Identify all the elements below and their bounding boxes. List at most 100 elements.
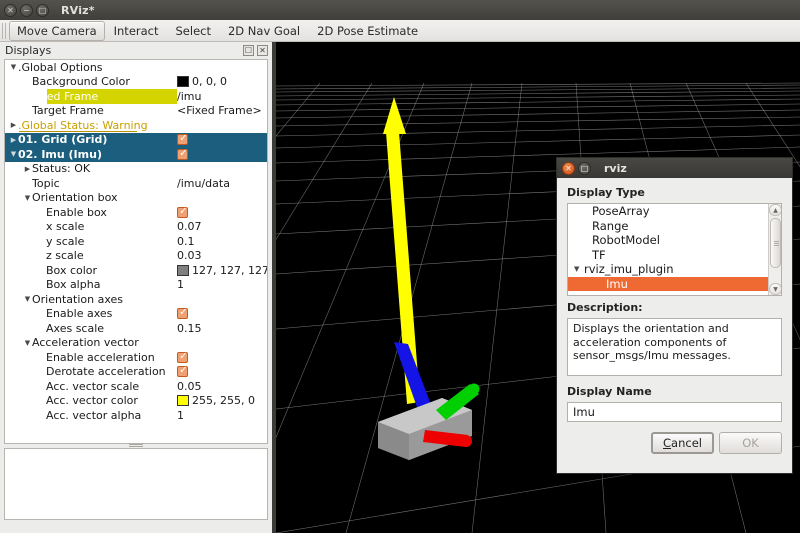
tree-row[interactable]: ▼Orientation box bbox=[5, 191, 267, 206]
display-type-item[interactable]: PoseArray bbox=[568, 204, 768, 219]
tree-row[interactable]: ▶Status: OK bbox=[5, 162, 267, 177]
tree-row-value[interactable]: <Fixed Frame> bbox=[177, 104, 262, 117]
tree-row-value[interactable]: /imu/data bbox=[177, 177, 230, 190]
expander-right-icon[interactable]: ▶ bbox=[9, 121, 18, 129]
checkbox-checked-icon[interactable] bbox=[177, 207, 188, 218]
window-maximize-icon[interactable]: □ bbox=[36, 4, 49, 17]
tree-row[interactable]: Target Frame<Fixed Frame> bbox=[5, 104, 267, 119]
tree-row[interactable]: Derotate acceleration bbox=[5, 365, 267, 380]
tree-row-value[interactable]: 0.15 bbox=[177, 322, 202, 335]
dialog-close-icon[interactable]: ✕ bbox=[562, 162, 575, 175]
tree-row[interactable]: Acc. vector color255, 255, 0 bbox=[5, 394, 267, 409]
tree-row[interactable]: Topic/imu/data bbox=[5, 176, 267, 191]
tree-row[interactable]: Acc. vector scale0.05 bbox=[5, 379, 267, 394]
expander-right-icon[interactable]: ▶ bbox=[23, 165, 32, 173]
tool-interact[interactable]: Interact bbox=[106, 21, 167, 41]
tool-2d-pose-estimate[interactable]: 2D Pose Estimate bbox=[309, 21, 426, 41]
ok-button[interactable]: OK bbox=[719, 432, 782, 454]
scroll-down-icon[interactable]: ▼ bbox=[769, 283, 782, 295]
color-swatch[interactable] bbox=[177, 76, 189, 87]
expander-down-icon[interactable]: ▼ bbox=[23, 194, 32, 202]
tree-row-value[interactable]: 0.1 bbox=[177, 235, 195, 248]
tree-row-value[interactable] bbox=[177, 207, 188, 218]
tree-row[interactable]: Background Color0, 0, 0 bbox=[5, 75, 267, 90]
float-panel-icon[interactable]: ☐ bbox=[243, 45, 254, 56]
tree-row[interactable]: Enable box bbox=[5, 205, 267, 220]
cancel-button[interactable]: Cancel bbox=[651, 432, 714, 454]
expander-down-icon[interactable]: ▼ bbox=[574, 265, 584, 273]
color-swatch[interactable] bbox=[177, 265, 189, 276]
display-type-item[interactable]: Imu bbox=[568, 277, 768, 292]
expander-down-icon[interactable]: ▼ bbox=[23, 339, 32, 347]
tree-row[interactable]: x scale0.07 bbox=[5, 220, 267, 235]
tree-row[interactable]: ▼.Global Options bbox=[5, 60, 267, 75]
tree-row-value[interactable]: 0, 0, 0 bbox=[177, 75, 227, 88]
tree-row-value[interactable] bbox=[177, 366, 188, 377]
tree-row-value[interactable] bbox=[177, 352, 188, 363]
tool-select[interactable]: Select bbox=[168, 21, 219, 41]
toolbar-drag-handle[interactable] bbox=[2, 23, 7, 39]
tool-2d-nav-goal[interactable]: 2D Nav Goal bbox=[220, 21, 308, 41]
window-minimize-icon[interactable]: − bbox=[20, 4, 33, 17]
tree-row-value[interactable]: 127, 127, 127 bbox=[177, 264, 268, 277]
checkbox-checked-icon[interactable] bbox=[177, 352, 188, 363]
tree-row[interactable]: z scale0.03 bbox=[5, 249, 267, 264]
tree-row[interactable]: ▶.Global Status: Warning bbox=[5, 118, 267, 133]
tree-row-value[interactable]: 1 bbox=[177, 409, 184, 422]
tree-row-label: .Global Options bbox=[18, 61, 103, 74]
tree-row-value[interactable]: 0.07 bbox=[177, 220, 202, 233]
display-type-item[interactable]: ▼rviz_imu_plugin bbox=[568, 262, 768, 277]
display-type-item[interactable]: RobotModel bbox=[568, 233, 768, 248]
scrollbar-thumb[interactable] bbox=[770, 218, 781, 268]
expander-right-icon[interactable]: ▶ bbox=[9, 136, 18, 144]
tree-row[interactable]: Enable axes bbox=[5, 307, 267, 322]
tree-row-value[interactable]: 1 bbox=[177, 278, 184, 291]
tree-row-value[interactable] bbox=[177, 308, 188, 319]
display-name-input[interactable]: Imu bbox=[567, 402, 782, 422]
tree-row-value[interactable] bbox=[177, 134, 188, 145]
tree-row-label: Acceleration vector bbox=[32, 336, 139, 349]
display-type-scrollbar[interactable]: ▲ ▼ bbox=[768, 204, 781, 295]
displays-property-tree[interactable]: ▼.Global OptionsBackground Color0, 0, 0F… bbox=[4, 59, 268, 444]
dialog-maximize-icon[interactable]: □ bbox=[578, 162, 591, 175]
checkbox-checked-icon[interactable] bbox=[177, 134, 188, 145]
tool-move-camera[interactable]: Move Camera bbox=[9, 21, 105, 41]
display-type-item-label: Imu bbox=[606, 277, 628, 291]
tree-row[interactable]: Box color127, 127, 127 bbox=[5, 263, 267, 278]
tree-row-value[interactable]: 0.05 bbox=[177, 380, 202, 393]
tree-row[interactable]: ▼Acceleration vector bbox=[5, 336, 267, 351]
display-type-item[interactable]: Range bbox=[568, 219, 768, 234]
tree-row[interactable]: ▶01. Grid (Grid) bbox=[5, 133, 267, 148]
tree-row-label: .Global Status: Warning bbox=[18, 119, 148, 132]
expander-down-icon[interactable]: ▼ bbox=[9, 150, 18, 158]
tree-row-label: Fixed Frame bbox=[32, 90, 98, 103]
tree-row-label: Orientation axes bbox=[32, 293, 123, 306]
display-type-list[interactable]: PoseArrayRangeRobotModelTF▼rviz_imu_plug… bbox=[567, 203, 782, 296]
display-type-item[interactable]: TF bbox=[568, 248, 768, 263]
tree-row-value[interactable] bbox=[177, 149, 188, 160]
tree-row[interactable]: y scale0.1 bbox=[5, 234, 267, 249]
tree-row[interactable]: Acc. vector alpha1 bbox=[5, 408, 267, 423]
tree-row-value-text: <Fixed Frame> bbox=[177, 104, 262, 117]
window-title: RViz* bbox=[61, 4, 95, 17]
expander-down-icon[interactable]: ▼ bbox=[9, 63, 18, 71]
color-swatch[interactable] bbox=[177, 395, 189, 406]
checkbox-checked-icon[interactable] bbox=[177, 149, 188, 160]
display-name-label: Display Name bbox=[567, 385, 782, 398]
tree-row[interactable]: Box alpha 1 bbox=[5, 278, 267, 293]
tree-row[interactable]: ▼02. Imu (Imu) bbox=[5, 147, 267, 162]
window-close-icon[interactable]: ✕ bbox=[4, 4, 17, 17]
tree-row[interactable]: Fixed Frame/imu bbox=[5, 89, 267, 104]
tree-row-value[interactable]: 0.03 bbox=[177, 249, 202, 262]
tree-row[interactable]: Axes scale0.15 bbox=[5, 321, 267, 336]
close-panel-icon[interactable]: ✕ bbox=[257, 45, 268, 56]
scroll-up-icon[interactable]: ▲ bbox=[769, 204, 782, 216]
tree-row-value[interactable]: /imu bbox=[177, 90, 201, 103]
checkbox-checked-icon[interactable] bbox=[177, 366, 188, 377]
expander-down-icon[interactable]: ▼ bbox=[23, 295, 32, 303]
tree-row-value[interactable]: 255, 255, 0 bbox=[177, 394, 255, 407]
tree-row-label: Box alpha bbox=[46, 278, 100, 291]
tree-row[interactable]: ▼Orientation axes bbox=[5, 292, 267, 307]
checkbox-checked-icon[interactable] bbox=[177, 308, 188, 319]
tree-row[interactable]: Enable acceleration bbox=[5, 350, 267, 365]
